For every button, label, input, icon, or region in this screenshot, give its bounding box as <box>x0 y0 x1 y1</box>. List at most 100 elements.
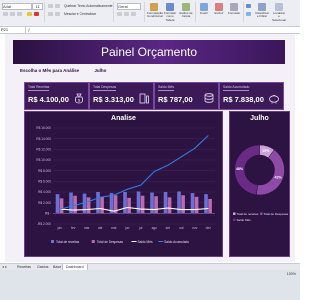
donut-slice-total-de-despesas <box>256 149 285 196</box>
donut-data-label: 10% <box>262 149 270 153</box>
bar-total-de-receitas <box>96 192 100 214</box>
dashboard-header: Painel Orçamento <box>13 40 285 64</box>
y-tick-label: R$ 4.000 <box>38 190 51 194</box>
conditional-format-button[interactable]: Formatação Condicional <box>147 3 163 19</box>
sort-filter-button[interactable]: Classificar e Filtrar <box>255 3 269 19</box>
bar-total-de-despesas <box>154 196 158 214</box>
align-left-button[interactable] <box>48 12 53 16</box>
font-color-button[interactable] <box>34 12 39 16</box>
fill-color-button[interactable] <box>27 12 32 16</box>
find-select-button[interactable]: Localizar e Selecionar <box>272 3 286 22</box>
legend-item: Saldo Acumulado <box>164 240 189 244</box>
ribbon-divider <box>144 2 145 22</box>
autosum-button[interactable] <box>246 4 251 8</box>
font-size-select[interactable]: 11 <box>32 3 43 10</box>
bold-button[interactable] <box>3 12 8 16</box>
x-tick-label: jul <box>138 226 142 230</box>
bar-total-de-despesas <box>140 195 145 214</box>
x-tick-label: fev <box>71 226 76 230</box>
format-table-button[interactable]: Formatar como Tabela <box>163 3 177 22</box>
align-middle-button[interactable] <box>55 4 60 8</box>
analysis-chart: R$ 16.000 R$ 14.000 R$ 12.000 R$ 10.000 R$ 8… <box>36 126 215 244</box>
currency-button[interactable] <box>117 12 122 16</box>
percent-button[interactable] <box>124 12 129 16</box>
conditional-format-icon <box>150 3 158 11</box>
format-button[interactable]: Formatar <box>227 3 241 15</box>
cell-styles-button[interactable]: Estilos de Célula <box>179 3 193 19</box>
comma-button[interactable] <box>131 12 136 16</box>
svg-text:$: $ <box>78 98 81 103</box>
bar-total-de-receitas <box>190 193 195 214</box>
italic-button[interactable] <box>10 12 15 16</box>
table-icon <box>166 3 174 11</box>
bar-total-de-receitas <box>163 192 168 214</box>
binoculars-icon <box>275 3 283 11</box>
delete-icon <box>215 3 223 11</box>
fill-button[interactable] <box>246 12 251 16</box>
formula-bar: P21 ƒ <box>0 27 300 34</box>
ribbon-divider <box>113 2 114 22</box>
legend-swatch <box>233 218 236 221</box>
bar-total-de-despesas <box>208 198 212 214</box>
legend-swatch <box>260 212 263 215</box>
insert-icon <box>200 3 208 11</box>
bar-total-de-despesas <box>181 195 185 214</box>
month-selector-label: Escolha o Mês para Análise <box>20 68 80 73</box>
font-name-select[interactable]: Arial <box>2 3 32 10</box>
name-box[interactable]: P21 <box>1 27 26 33</box>
ribbon: Arial 11 Quebrar Texto Automaticamente M… <box>0 0 300 27</box>
y-tick-label: R$ - <box>45 212 51 216</box>
analysis-panel: Analise R$ 16.000 R$ 14.000 R$ 12.000 R$ 10… <box>24 111 223 257</box>
merge-center-button[interactable]: Mesclar e Centralizar <box>64 12 96 16</box>
card-label: Total Despesas <box>93 85 117 91</box>
month-panel: Julho 10% 42% 48% Total de receitas Total de… <box>229 111 290 257</box>
card-saldo-mes: Saldo Mês R$ 787,00 <box>154 82 219 110</box>
line-saldo-mês <box>59 206 209 212</box>
coins-stack-icon <box>204 93 214 103</box>
align-top-button[interactable] <box>48 4 53 8</box>
y-tick-label: R$ 8.000 <box>38 169 51 173</box>
bar-total-de-receitas <box>204 194 208 214</box>
x-tick-label: mai <box>111 226 116 230</box>
bar-total-de-receitas <box>177 191 181 214</box>
dashboard-title: Painel Orçamento <box>100 45 198 59</box>
function-icon[interactable]: ƒ <box>28 28 32 32</box>
ribbon-divider <box>44 2 45 22</box>
formula-input[interactable] <box>35 27 297 33</box>
y-tick-label: -R$ 2.000 <box>37 222 51 226</box>
bar-total-de-receitas <box>150 192 154 214</box>
legend-item: Saldo Mês <box>138 240 153 244</box>
insert-button[interactable]: Inserir <box>197 3 211 15</box>
sort-filter-icon <box>258 3 266 11</box>
line-saldo-acumulado <box>59 135 209 210</box>
format-icon <box>230 3 238 11</box>
align-center-button[interactable] <box>55 12 60 16</box>
y-tick-label: R$ 14.000 <box>36 137 51 141</box>
wrap-text-button[interactable]: Quebrar Texto Automaticamente <box>64 4 113 8</box>
month-selector: Escolha o Mês para Análise Julho <box>20 68 106 73</box>
bar-total-de-despesas <box>194 196 199 214</box>
y-tick-label: R$ 12.000 <box>36 148 51 152</box>
money-bag-icon: $ <box>75 93 83 104</box>
x-tick-label: dez <box>206 226 212 230</box>
number-format-select[interactable]: Geral <box>117 3 141 10</box>
x-tick-label: ago <box>152 226 158 230</box>
delete-button[interactable]: Excluir <box>212 3 226 15</box>
legend-item: Total de receitas <box>56 240 80 244</box>
y-tick-label: R$ 2.000 <box>38 201 51 205</box>
zoom-level[interactable]: 100% <box>287 272 296 276</box>
donut-data-label: 48% <box>236 167 244 171</box>
month-value[interactable]: Julho <box>94 68 106 73</box>
legend-item: Saldo Mês <box>237 218 252 222</box>
legend-item: Total de receitas <box>237 212 259 216</box>
y-tick-label: R$ 10.000 <box>36 158 51 162</box>
card-value: R$ 3.313,00 <box>93 95 134 104</box>
bar-total-de-receitas <box>136 191 141 214</box>
card-label: Saldo Mês <box>158 85 175 91</box>
cell-styles-icon <box>182 3 190 11</box>
card-value: R$ 787,00 <box>158 95 193 104</box>
bar-total-de-despesas <box>59 198 64 214</box>
bar-total-de-receitas <box>55 194 60 214</box>
underline-button[interactable] <box>17 12 22 16</box>
status-bar: 100% <box>0 270 300 300</box>
